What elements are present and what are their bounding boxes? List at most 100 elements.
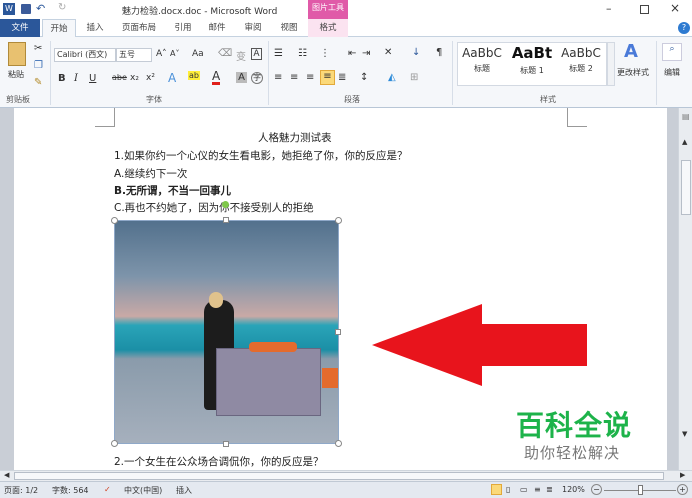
insert-mode[interactable]: 插入 (176, 485, 192, 496)
enclose-char-icon[interactable]: 字 (251, 72, 263, 84)
maximize-button[interactable] (640, 5, 649, 14)
page-count[interactable]: 页面: 1/2 (4, 485, 38, 496)
question-1[interactable]: 1.如果你约一个心仪的女生看电影，她拒绝了你，你的反应是？ (114, 148, 408, 163)
text-effects-icon[interactable]: A (168, 71, 176, 85)
show-marks-icon[interactable]: ¶ (436, 47, 442, 58)
change-case-button[interactable]: Aa (192, 49, 204, 59)
distributed-icon[interactable]: ≣ (338, 72, 346, 83)
resize-handle[interactable] (335, 217, 342, 224)
align-center-icon[interactable]: ≡ (290, 72, 298, 83)
save-icon[interactable] (21, 4, 31, 14)
tab-layout[interactable]: 页面布局 (114, 19, 164, 37)
resize-handle[interactable] (223, 217, 229, 223)
resize-handle[interactable] (223, 441, 229, 447)
align-left-icon[interactable]: ≡ (274, 72, 282, 83)
format-painter-icon[interactable]: ✎ (34, 77, 42, 88)
resize-handle[interactable] (335, 440, 342, 447)
editing-button[interactable]: 编辑 (664, 67, 680, 78)
document-title[interactable]: 人格魅力测试表 (258, 130, 332, 145)
find-icon[interactable]: ⌕ (662, 43, 682, 61)
sort-icon[interactable]: ↓ (412, 47, 420, 58)
tab-insert[interactable]: 插入 (80, 19, 110, 37)
superscript-button[interactable]: x² (146, 73, 155, 83)
outline-icon[interactable]: ≡ (534, 485, 541, 494)
chinese-layout-icon[interactable]: ✕ (384, 47, 392, 58)
justify-icon[interactable]: ≡ (320, 70, 335, 85)
scroll-up-button[interactable]: ▲ (682, 138, 687, 146)
clear-format-icon[interactable]: ⌫ (218, 48, 232, 59)
web-layout-icon[interactable]: ▭ (520, 485, 528, 494)
resize-handle[interactable] (111, 217, 118, 224)
increase-indent-icon[interactable]: ⇥ (362, 48, 370, 59)
scroll-right-button[interactable]: ▶ (680, 471, 685, 479)
option-b[interactable]: B.无所谓，不当一回事儿 (114, 183, 231, 198)
draft-icon[interactable]: ≣ (546, 485, 553, 494)
tab-mailings[interactable]: 邮件 (202, 19, 232, 37)
question-2[interactable]: 2.一个女生在公众场合调侃你，你的反应是？ (114, 454, 324, 469)
highlight-icon[interactable]: ab (188, 71, 200, 80)
word-count[interactable]: 字数: 564 (52, 485, 89, 496)
borders-icon[interactable]: ⊞ (410, 72, 418, 83)
bullets-icon[interactable]: ☰ (274, 48, 283, 59)
bold-button[interactable]: B (58, 73, 66, 84)
zoom-in-button[interactable]: + (677, 484, 688, 495)
char-shading-icon[interactable]: A (236, 72, 247, 83)
option-c[interactable]: C.再也不约她了，因为你不接受别人的拒绝 (114, 200, 314, 215)
scroll-thumb[interactable] (681, 160, 691, 215)
horizontal-scrollbar[interactable]: ◀ ▶ (0, 470, 692, 481)
grow-font-button[interactable]: A˄ (156, 49, 167, 59)
hscroll-thumb[interactable] (14, 472, 664, 480)
paste-icon[interactable] (8, 42, 26, 66)
zoom-level[interactable]: 120% (562, 485, 585, 494)
ruler-toggle-icon[interactable]: ▤ (682, 112, 690, 121)
align-right-icon[interactable]: ≡ (306, 72, 314, 83)
style-heading1[interactable]: AaBt 标题 1 (508, 44, 556, 76)
cut-icon[interactable]: ✂ (34, 43, 42, 54)
multilevel-list-icon[interactable]: ⋮ (320, 48, 330, 59)
scroll-left-button[interactable]: ◀ (4, 471, 9, 479)
shading-icon[interactable]: ◭ (388, 72, 396, 83)
style-heading2[interactable]: AaBbC 标题 2 (558, 46, 604, 74)
tab-file[interactable]: 文件 (0, 19, 40, 37)
strikethrough-button[interactable]: abe (112, 73, 127, 82)
tab-review[interactable]: 审阅 (236, 19, 270, 37)
styles-scrollbar[interactable] (607, 42, 615, 86)
tab-view[interactable]: 视图 (272, 19, 306, 37)
char-border-icon[interactable]: A (251, 48, 262, 60)
change-styles-button[interactable]: 更改样式 (617, 67, 649, 78)
phonetic-icon[interactable]: 变 (236, 48, 246, 63)
shrink-font-button[interactable]: A˅ (170, 49, 179, 58)
option-a[interactable]: A.继续约下一次 (114, 166, 187, 181)
decrease-indent-icon[interactable]: ⇤ (348, 48, 356, 59)
change-styles-icon[interactable]: A (624, 41, 638, 62)
vertical-scrollbar[interactable]: ▤ ▲ ▼ (678, 108, 692, 470)
language[interactable]: 中文(中国) (124, 485, 162, 496)
page[interactable]: 人格魅力测试表 1.如果你约一个心仪的女生看电影，她拒绝了你，你的反应是？ A.… (14, 108, 667, 470)
paste-button[interactable]: 粘贴 (8, 69, 24, 80)
print-layout-icon[interactable] (491, 484, 502, 495)
italic-button[interactable]: I (74, 73, 78, 84)
font-color-icon[interactable]: A (212, 70, 221, 85)
numbering-icon[interactable]: ☷ (298, 48, 307, 59)
copy-icon[interactable]: ❐ (34, 60, 43, 71)
font-name-select[interactable]: Calibri (西文) (54, 48, 116, 62)
resize-handle[interactable] (111, 440, 118, 447)
undo-icon[interactable]: ↶ (36, 2, 45, 15)
tab-home[interactable]: 开始 (42, 19, 76, 38)
help-icon[interactable]: ? (678, 22, 690, 34)
zoom-out-button[interactable]: − (591, 484, 602, 495)
subscript-button[interactable]: x₂ (130, 73, 139, 83)
underline-button[interactable]: U (89, 73, 96, 84)
tab-references[interactable]: 引用 (168, 19, 198, 37)
tab-format[interactable]: 格式 (308, 19, 348, 37)
close-button[interactable]: × (670, 1, 680, 15)
minimize-button[interactable]: – (606, 2, 612, 15)
scroll-down-button[interactable]: ▼ (682, 430, 687, 438)
rotate-handle[interactable] (222, 201, 229, 208)
full-screen-icon[interactable]: ▯ (506, 485, 510, 494)
resize-handle[interactable] (335, 329, 341, 335)
style-title[interactable]: AaBbC 标题 (460, 46, 504, 74)
zoom-slider-thumb[interactable] (638, 485, 643, 495)
line-spacing-icon[interactable]: ↕ (360, 72, 368, 83)
proofing-icon[interactable]: ✓ (104, 485, 111, 494)
